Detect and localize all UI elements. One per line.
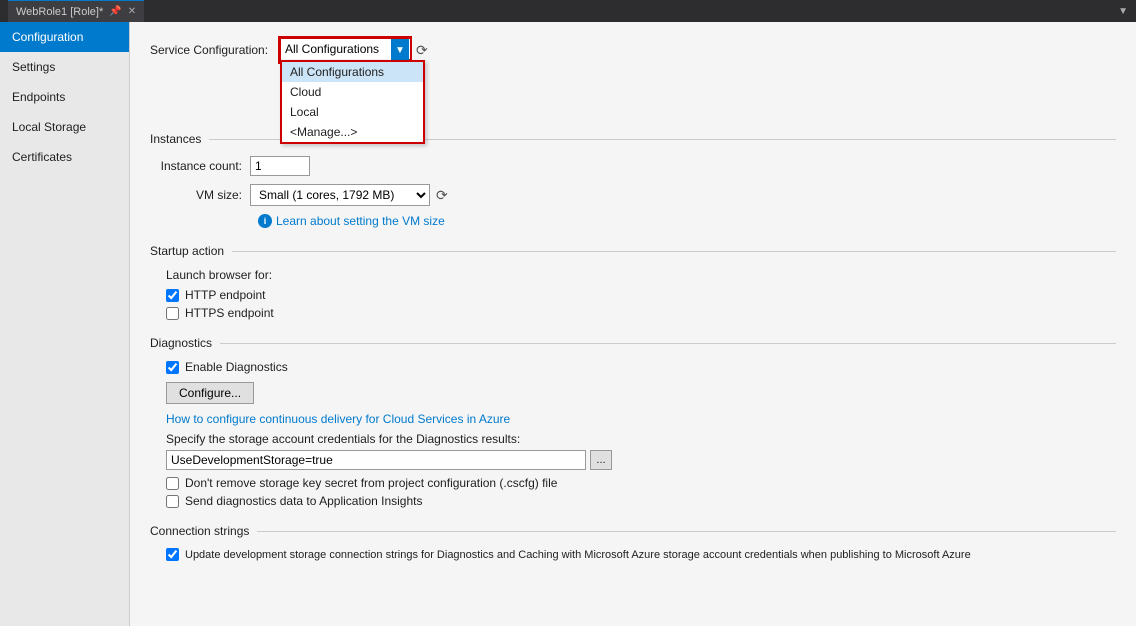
instances-section: Instances Instance count: VM size: Small… [150, 132, 1116, 228]
service-config-dropdown-arrow[interactable]: ▼ [391, 39, 409, 61]
tab-label: WebRole1 [Role]* [16, 6, 103, 18]
instance-count-row: Instance count: [150, 156, 1116, 176]
instance-count-input[interactable] [250, 156, 310, 176]
learn-link[interactable]: Learn about setting the VM size [276, 214, 445, 228]
vm-refresh-icon[interactable]: ⟳ [436, 187, 448, 204]
dropdown-arrow-icon[interactable]: ▼ [1118, 6, 1128, 17]
launch-browser-label: Launch browser for: [166, 268, 1116, 282]
diagnostics-section: Diagnostics Enable Diagnostics Configure… [150, 336, 1116, 508]
pin-icon[interactable]: 📌 [109, 6, 121, 17]
update-connection-strings-checkbox[interactable] [166, 548, 179, 561]
vm-size-select[interactable]: Small (1 cores, 1792 MB) [250, 184, 430, 206]
cloud-services-link[interactable]: How to configure continuous delivery for… [166, 412, 1116, 426]
vm-size-row: VM size: Small (1 cores, 1792 MB) ⟳ [150, 184, 1116, 206]
http-endpoint-label: HTTP endpoint [185, 288, 266, 302]
dropdown-item-local[interactable]: Local [282, 102, 423, 122]
http-endpoint-row: HTTP endpoint [166, 288, 1116, 302]
service-config-select-wrapper: ▼ All Configurations Cloud Local <Manage… [280, 38, 410, 62]
dropdown-item-manage[interactable]: <Manage...> [282, 122, 423, 142]
refresh-icon[interactable]: ⟳ [416, 42, 428, 59]
sidebar-item-certificates[interactable]: Certificates [0, 142, 129, 172]
browse-button[interactable]: ... [590, 450, 612, 470]
https-endpoint-row: HTTPS endpoint [166, 306, 1116, 320]
content-area: Service Configuration: ▼ All Configurati… [130, 22, 1136, 626]
configure-button[interactable]: Configure... [166, 382, 254, 404]
service-config-dropdown-menu: All Configurations Cloud Local <Manage..… [280, 60, 425, 144]
service-config-dropdown-container: ▼ [280, 38, 410, 62]
service-config-label: Service Configuration: [150, 43, 280, 57]
title-bar-tab: WebRole1 [Role]* 📌 ✕ [8, 0, 144, 22]
sidebar-item-endpoints[interactable]: Endpoints [0, 82, 129, 112]
learn-link-row: i Learn about setting the VM size [258, 214, 1116, 228]
dropdown-item-cloud[interactable]: Cloud [282, 82, 423, 102]
enable-diagnostics-checkbox[interactable] [166, 361, 179, 374]
update-connection-strings-row: Update development storage connection st… [166, 548, 1116, 561]
info-icon: i [258, 214, 272, 228]
dropdown-item-all[interactable]: All Configurations [282, 62, 423, 82]
vm-size-select-wrapper: Small (1 cores, 1792 MB) ⟳ [250, 184, 448, 206]
connection-strings-section: Connection strings Update development st… [150, 524, 1116, 561]
vm-size-label: VM size: [150, 188, 250, 202]
sidebar: Configuration Settings Endpoints Local S… [0, 22, 130, 626]
dont-remove-row: Don't remove storage key secret from pro… [166, 476, 1116, 490]
close-icon[interactable]: ✕ [128, 6, 136, 17]
connection-strings-header: Connection strings [150, 524, 1116, 538]
service-config-row: Service Configuration: ▼ All Configurati… [150, 38, 1116, 62]
dont-remove-checkbox[interactable] [166, 477, 179, 490]
diagnostics-section-header: Diagnostics [150, 336, 1116, 350]
https-endpoint-label: HTTPS endpoint [185, 306, 274, 320]
main-container: Configuration Settings Endpoints Local S… [0, 22, 1136, 626]
startup-section: Startup action Launch browser for: HTTP … [150, 244, 1116, 320]
storage-input-row: ... [166, 450, 1116, 470]
instance-count-label: Instance count: [150, 159, 250, 173]
startup-section-header: Startup action [150, 244, 1116, 258]
send-insights-row: Send diagnostics data to Application Ins… [166, 494, 1116, 508]
storage-desc: Specify the storage account credentials … [166, 432, 1116, 446]
title-bar: WebRole1 [Role]* 📌 ✕ ▼ [0, 0, 1136, 22]
sidebar-item-configuration[interactable]: Configuration [0, 22, 129, 52]
https-endpoint-checkbox[interactable] [166, 307, 179, 320]
enable-diagnostics-row: Enable Diagnostics [166, 360, 1116, 374]
dont-remove-label: Don't remove storage key secret from pro… [185, 476, 557, 490]
storage-account-input[interactable] [166, 450, 586, 470]
sidebar-item-settings[interactable]: Settings [0, 52, 129, 82]
enable-diagnostics-label: Enable Diagnostics [185, 360, 288, 374]
update-connection-strings-label: Update development storage connection st… [185, 549, 971, 561]
sidebar-item-local-storage[interactable]: Local Storage [0, 112, 129, 142]
send-insights-checkbox[interactable] [166, 495, 179, 508]
http-endpoint-checkbox[interactable] [166, 289, 179, 302]
send-insights-label: Send diagnostics data to Application Ins… [185, 494, 423, 508]
